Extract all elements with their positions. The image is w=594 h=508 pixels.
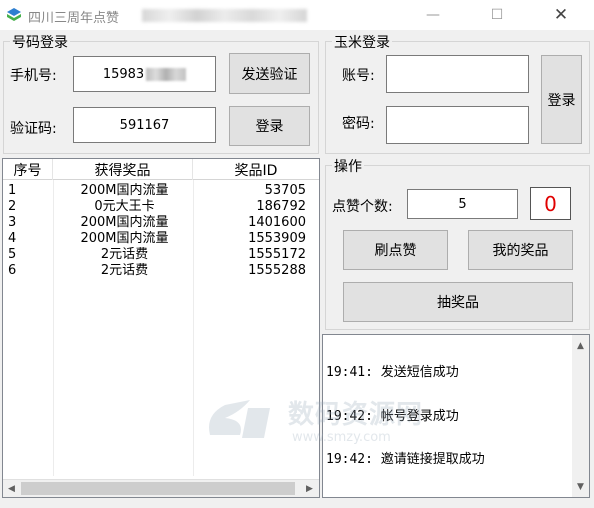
scroll-left-icon[interactable]: ◀ [3, 480, 20, 497]
scroll-down-icon[interactable]: ▼ [572, 478, 589, 495]
table-row[interactable]: 1 200M国内流量 53705 [3, 183, 319, 199]
like-count-input[interactable]: 5 [407, 189, 518, 219]
row-index: 1 [8, 183, 17, 198]
column-header-index[interactable]: 序号 [3, 159, 53, 180]
log-line: 19:42: 帐号登录成功 [326, 408, 459, 424]
log-line: 19:41: 发送短信成功 [326, 365, 459, 380]
row-prize-id: 1401600 [248, 215, 306, 230]
close-button[interactable]: ✕ [538, 0, 584, 30]
vertical-scrollbar[interactable]: ▲ ▼ [572, 335, 589, 497]
row-index: 3 [8, 215, 17, 230]
phone-login-button[interactable]: 登录 [229, 106, 310, 146]
password-label: 密码: [342, 116, 375, 132]
row-prize-id: 1555172 [248, 247, 306, 262]
maximize-button[interactable]: ☐ [474, 0, 520, 30]
brush-likes-button[interactable]: 刷点赞 [343, 230, 448, 270]
row-prize-id: 1553909 [248, 231, 306, 246]
table-row[interactable]: 2 0元大王卡 186792 [3, 199, 319, 215]
title-bar: 四川三周年点赞 — ☐ ✕ [0, 0, 594, 30]
column-header-prize[interactable]: 获得奖品 [53, 159, 193, 180]
like-count-label: 点赞个数: [332, 199, 393, 215]
row-prize-id: 186792 [256, 199, 306, 214]
column-header-prize-id[interactable]: 奖品ID [193, 159, 319, 180]
table-row[interactable]: 6 2元话费 1555288 [3, 263, 319, 279]
row-index: 6 [8, 263, 17, 278]
draw-prize-button[interactable]: 抽奖品 [343, 282, 573, 322]
row-prize-id: 53705 [264, 183, 306, 198]
code-input[interactable]: 591167 [73, 107, 216, 143]
row-prize: 2元话费 [100, 263, 149, 278]
scroll-right-icon[interactable]: ▶ [301, 480, 318, 497]
horizontal-scrollbar[interactable]: ◀ ▶ [3, 479, 319, 497]
log-box[interactable]: 19:41: 发送短信成功 19:42: 帐号登录成功 19:42: 邀请链接提… [322, 334, 590, 498]
code-label: 验证码: [10, 121, 57, 137]
scroll-up-icon[interactable]: ▲ [572, 337, 589, 354]
scrollbar-thumb[interactable] [21, 482, 295, 495]
prize-table[interactable]: 序号 获得奖品 奖品ID 1 200M国内流量 53705 2 0元大王卡 18… [2, 158, 320, 498]
row-prize: 200M国内流量 [80, 231, 169, 246]
phone-label: 手机号: [10, 68, 57, 84]
row-prize: 2元话费 [100, 247, 149, 262]
table-row[interactable]: 5 2元话费 1555172 [3, 247, 319, 263]
table-row[interactable]: 4 200M国内流量 1553909 [3, 231, 319, 247]
send-code-button[interactable]: 发送验证 [229, 53, 310, 94]
row-index: 2 [8, 199, 17, 214]
row-index: 4 [8, 231, 17, 246]
row-prize-id: 1555288 [248, 263, 306, 278]
row-index: 5 [8, 247, 17, 262]
phone-redaction [146, 67, 187, 81]
prize-table-header: 序号 获得奖品 奖品ID [3, 159, 319, 180]
account-label: 账号: [342, 68, 375, 84]
phone-input[interactable]: 15983 [73, 56, 216, 92]
my-prizes-button[interactable]: 我的奖品 [468, 230, 573, 270]
title-redaction [142, 9, 307, 22]
corn-login-button[interactable]: 登录 [541, 55, 582, 144]
log-line: 19:42: 邀请链接提取成功 [326, 452, 485, 467]
window-title: 四川三周年点赞 [28, 11, 120, 26]
minimize-button[interactable]: — [410, 0, 456, 30]
password-input[interactable] [386, 106, 529, 144]
row-prize: 200M国内流量 [80, 215, 169, 230]
row-prize: 0元大王卡 [94, 199, 155, 214]
app-icon [7, 8, 21, 21]
log-lines: 19:41: 发送短信成功 19:42: 帐号登录成功 19:42: 邀请链接提… [326, 337, 485, 497]
phone-value: 15983 [102, 66, 145, 82]
like-counter: 0 [530, 187, 571, 220]
phone-login-legend: 号码登录 [10, 32, 70, 52]
row-prize: 200M国内流量 [80, 183, 169, 198]
account-input[interactable] [386, 55, 529, 93]
operation-legend: 操作 [332, 156, 364, 176]
corn-login-legend: 玉米登录 [332, 32, 392, 52]
prize-table-body: 1 200M国内流量 53705 2 0元大王卡 186792 3 200M国内… [3, 183, 319, 279]
table-row[interactable]: 3 200M国内流量 1401600 [3, 215, 319, 231]
